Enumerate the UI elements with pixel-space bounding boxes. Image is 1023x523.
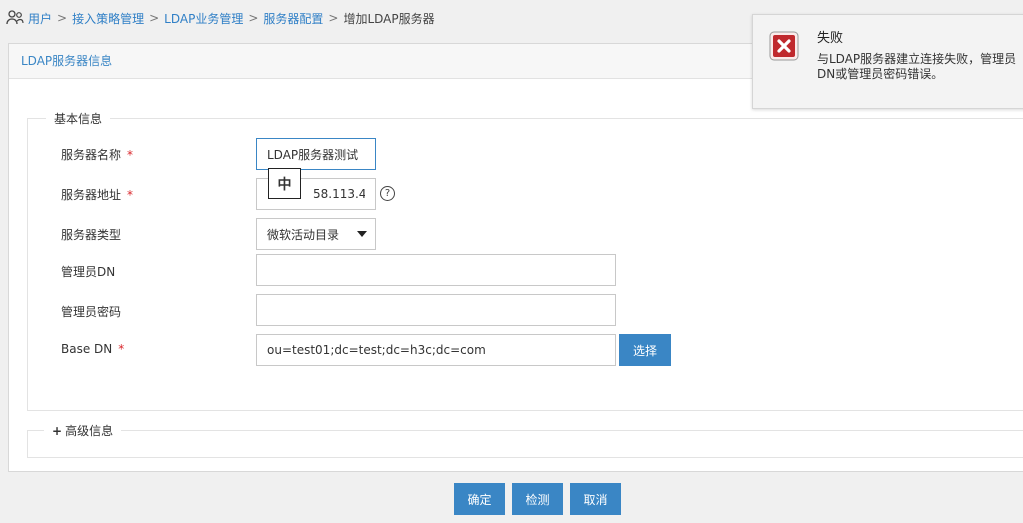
server-type-select[interactable]: 微软活动目录 <box>256 218 376 250</box>
admin-dn-input[interactable] <box>256 254 616 286</box>
advanced-info-toggle[interactable]: + 高级信息 <box>44 422 121 439</box>
toast-message: 与LDAP服务器建立连接失败，管理员 DN或管理员密码错误。 <box>817 52 1017 81</box>
breadcrumb-access-policy[interactable]: 接入策略管理 <box>72 10 144 27</box>
server-address-label: 服务器地址 * <box>61 186 133 203</box>
breadcrumb: 用户 > 接入策略管理 > LDAP业务管理 > 服务器配置 > 增加LDAP服… <box>6 8 435 28</box>
breadcrumb-users[interactable]: 用户 <box>28 10 52 27</box>
admin-password-input[interactable] <box>256 294 616 326</box>
advanced-info-group: + 高级信息 <box>27 422 1023 458</box>
cancel-button[interactable]: 取消 <box>570 483 621 515</box>
breadcrumb-ldap-management[interactable]: LDAP业务管理 <box>164 10 243 27</box>
breadcrumb-current: 增加LDAP服务器 <box>343 11 435 26</box>
caret-down-icon <box>357 231 367 237</box>
required-mark: * <box>127 188 134 202</box>
server-type-label: 服务器类型 <box>61 228 122 242</box>
check-button[interactable]: 检测 <box>512 483 563 515</box>
plus-icon: + <box>52 424 63 438</box>
select-base-dn-button[interactable]: 选择 <box>619 334 671 366</box>
users-icon <box>6 10 24 25</box>
ime-indicator: 中 <box>268 168 301 199</box>
server-name-label: 服务器名称 * <box>61 146 133 163</box>
help-icon[interactable]: ? <box>380 186 395 201</box>
error-toast: 失败 与LDAP服务器建立连接失败，管理员 DN或管理员密码错误。 <box>752 14 1023 109</box>
breadcrumb-server-config[interactable]: 服务器配置 <box>263 10 323 27</box>
server-name-label-text: 服务器名称 <box>61 148 122 162</box>
advanced-info-legend: 高级信息 <box>65 424 114 438</box>
admin-dn-label: 管理员DN <box>61 265 116 279</box>
server-name-input[interactable] <box>256 138 376 170</box>
breadcrumb-separator: > <box>248 11 259 25</box>
server-type-value: 微软活动目录 <box>267 227 340 242</box>
admin-password-label: 管理员密码 <box>61 305 122 319</box>
required-mark: * <box>118 342 125 356</box>
toast-title: 失败 <box>817 31 844 46</box>
base-dn-input[interactable] <box>256 334 616 366</box>
server-address-label-text: 服务器地址 <box>61 188 122 202</box>
breadcrumb-separator: > <box>149 11 160 25</box>
error-icon <box>769 31 799 61</box>
basic-info-legend: 基本信息 <box>54 112 103 126</box>
ok-button[interactable]: 确定 <box>454 483 505 515</box>
base-dn-label: Base DN * <box>61 342 124 356</box>
base-dn-label-text: Base DN <box>61 342 113 356</box>
breadcrumb-separator: > <box>57 11 68 25</box>
required-mark: * <box>127 148 134 162</box>
breadcrumb-separator: > <box>328 11 339 25</box>
